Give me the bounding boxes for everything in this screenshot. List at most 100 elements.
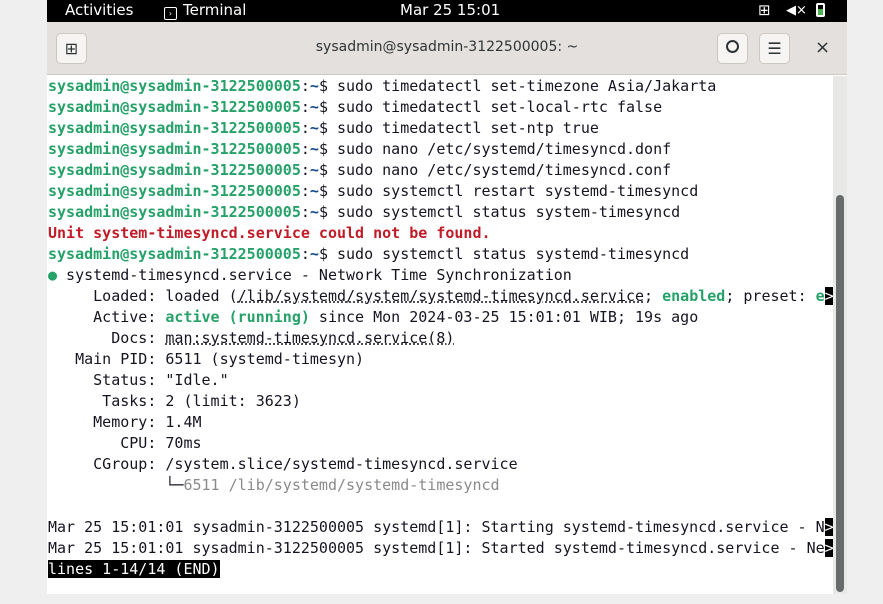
- terminal-line: Tasks: 2 (limit: 3623): [48, 391, 834, 412]
- terminal-line: ● systemd-timesyncd.service - Network Ti…: [48, 265, 834, 286]
- terminal-text: ;: [644, 287, 663, 305]
- terminal-text: :: [300, 140, 310, 158]
- terminal-text: $ sudo timedatectl set-local-rtc false: [318, 98, 663, 116]
- terminal-text: :: [300, 161, 310, 179]
- terminal-line: sysadmin@sysadmin-3122500005:~$ sudo nan…: [48, 160, 834, 181]
- terminal-text: Status: "Idle.": [48, 371, 229, 389]
- terminal-line: Loaded: loaded (/lib/systemd/system/syst…: [48, 286, 834, 307]
- terminal-line: sysadmin@sysadmin-3122500005:~$ sudo tim…: [48, 118, 834, 139]
- terminal-text: e: [815, 287, 825, 305]
- terminal-text: man:systemd-timesyncd.service(8): [165, 329, 455, 347]
- terminal-text: ~: [309, 182, 319, 200]
- top-bar: Activities › Terminal Mar 25 15:01 ⊞ ◀×: [47, 0, 847, 22]
- terminal-line: sysadmin@sysadmin-3122500005:~$ sudo sys…: [48, 181, 834, 202]
- terminal-line: sysadmin@sysadmin-3122500005:~$ sudo tim…: [48, 97, 834, 118]
- terminal-text: $ sudo systemctl status system-timesyncd: [318, 203, 681, 221]
- scrollbar[interactable]: [833, 76, 847, 594]
- terminal-line: Memory: 1.4M: [48, 412, 834, 433]
- terminal-text: Memory: 1.4M: [48, 413, 202, 431]
- terminal-text: Main PID: 6511 (systemd-timesyn): [48, 350, 365, 368]
- battery-icon[interactable]: [816, 3, 825, 17]
- terminal-text: $ sudo nano /etc/systemd/timesyncd.conf: [318, 161, 672, 179]
- terminal-text: Loaded: loaded (: [48, 287, 238, 305]
- scrollbar-thumb[interactable]: [836, 195, 844, 592]
- search-icon: [726, 40, 739, 53]
- terminal-output[interactable]: sysadmin@sysadmin-3122500005:~$ sudo tim…: [48, 76, 834, 580]
- menu-button[interactable]: ☰: [759, 33, 790, 64]
- terminal-text: └─: [48, 476, 184, 494]
- terminal-line: └─6511 /lib/systemd/systemd-timesyncd: [48, 475, 834, 496]
- terminal-text: $ sudo systemctl restart systemd-timesyn…: [318, 182, 699, 200]
- volume-muted-icon[interactable]: ◀×: [786, 3, 807, 18]
- terminal-text: ~: [309, 119, 319, 137]
- terminal-text: sysadmin@sysadmin-3122500005: [48, 245, 301, 263]
- activities-button[interactable]: Activities: [65, 1, 133, 19]
- app-name: Terminal: [183, 1, 247, 19]
- terminal-text: :: [300, 98, 310, 116]
- header-bar: ⊞ sysadmin@sysadmin-3122500005: ~ ☰ ×: [47, 22, 847, 75]
- terminal-line: CPU: 70ms: [48, 433, 834, 454]
- terminal-text: CPU: 70ms: [48, 434, 202, 452]
- terminal-text: 6511 /lib/systemd/systemd-timesyncd: [183, 476, 500, 494]
- terminal-line: sysadmin@sysadmin-3122500005:~$ sudo nan…: [48, 139, 834, 160]
- terminal-text: ~: [309, 245, 319, 263]
- terminal-line: Status: "Idle.": [48, 370, 834, 391]
- terminal-text: ~: [309, 98, 319, 116]
- terminal-text: $ sudo systemctl status systemd-timesync…: [318, 245, 690, 263]
- terminal-text: ~: [309, 161, 319, 179]
- terminal-icon: ›: [164, 7, 177, 20]
- terminal-text: sysadmin@sysadmin-3122500005: [48, 203, 301, 221]
- terminal-window: ⊞ sysadmin@sysadmin-3122500005: ~ ☰ × sy…: [47, 22, 847, 594]
- terminal-line: Docs: man:systemd-timesyncd.service(8): [48, 328, 834, 349]
- terminal-line: sysadmin@sysadmin-3122500005:~$ sudo sys…: [48, 244, 834, 265]
- terminal-text: ~: [309, 77, 319, 95]
- terminal-text: sysadmin@sysadmin-3122500005: [48, 119, 301, 137]
- terminal-text: :: [300, 203, 310, 221]
- terminal-text: Tasks: 2 (limit: 3623): [48, 392, 301, 410]
- terminal-text: since Mon 2024-03-25 15:01:01 WIB; 19s a…: [309, 308, 699, 326]
- terminal-line: sysadmin@sysadmin-3122500005:~$ sudo sys…: [48, 202, 834, 223]
- terminal-text: ~: [309, 203, 319, 221]
- terminal-text: :: [300, 245, 310, 263]
- terminal-text: sysadmin@sysadmin-3122500005: [48, 161, 301, 179]
- terminal-text: $ sudo nano /etc/systemd/timesyncd.donf: [318, 140, 672, 158]
- terminal-text: Mar 25 15:01:01 sysadmin-3122500005 syst…: [48, 518, 825, 536]
- terminal-app-menu[interactable]: › Terminal: [164, 1, 246, 20]
- terminal-text: Active:: [48, 308, 166, 326]
- terminal-text: ~: [309, 140, 319, 158]
- terminal-text: :: [300, 119, 310, 137]
- terminal-text: ●: [48, 266, 58, 284]
- terminal-line: lines 1-14/14 (END): [48, 559, 834, 580]
- terminal-text: systemd-timesyncd.service - Network Time…: [57, 266, 572, 284]
- terminal-line: CGroup: /system.slice/systemd-timesyncd.…: [48, 454, 834, 475]
- terminal-text: active (running): [165, 308, 310, 326]
- terminal-line: Unit system-timesyncd.service could not …: [48, 223, 834, 244]
- terminal-line: sysadmin@sysadmin-3122500005:~$ sudo tim…: [48, 76, 834, 97]
- terminal-text: :: [300, 77, 310, 95]
- terminal-line: Main PID: 6511 (systemd-timesyn): [48, 349, 834, 370]
- clock[interactable]: Mar 25 15:01: [400, 1, 500, 19]
- terminal-text: lines 1-14/14 (END): [48, 560, 220, 578]
- hamburger-icon: ☰: [767, 39, 782, 58]
- terminal-text: $ sudo timedatectl set-ntp true: [318, 119, 599, 137]
- terminal-line: Mar 25 15:01:01 sysadmin-3122500005 syst…: [48, 517, 834, 538]
- terminal-text: CGroup: /system.slice/systemd-timesyncd.…: [48, 455, 518, 473]
- network-icon[interactable]: ⊞: [758, 1, 771, 19]
- terminal-text: Docs:: [48, 329, 166, 347]
- terminal-text: sysadmin@sysadmin-3122500005: [48, 140, 301, 158]
- search-button[interactable]: [717, 33, 748, 64]
- close-button[interactable]: ×: [815, 37, 830, 58]
- terminal-text: sysadmin@sysadmin-3122500005: [48, 77, 301, 95]
- terminal-line: Mar 25 15:01:01 sysadmin-3122500005 syst…: [48, 538, 834, 559]
- terminal-text: sysadmin@sysadmin-3122500005: [48, 98, 301, 116]
- terminal-text: Mar 25 15:01:01 sysadmin-3122500005 syst…: [48, 539, 825, 557]
- terminal-text: sysadmin@sysadmin-3122500005: [48, 182, 301, 200]
- terminal-text: :: [300, 182, 310, 200]
- terminal-text: $ sudo timedatectl set-timezone Asia/Jak…: [318, 77, 717, 95]
- terminal-text: Unit system-timesyncd.service could not …: [48, 224, 491, 242]
- terminal-text: enabled: [662, 287, 726, 305]
- terminal-text: /lib/systemd/system/systemd-timesyncd.se…: [237, 287, 645, 305]
- terminal-text: ; preset:: [725, 287, 816, 305]
- terminal-line: Active: active (running) since Mon 2024-…: [48, 307, 834, 328]
